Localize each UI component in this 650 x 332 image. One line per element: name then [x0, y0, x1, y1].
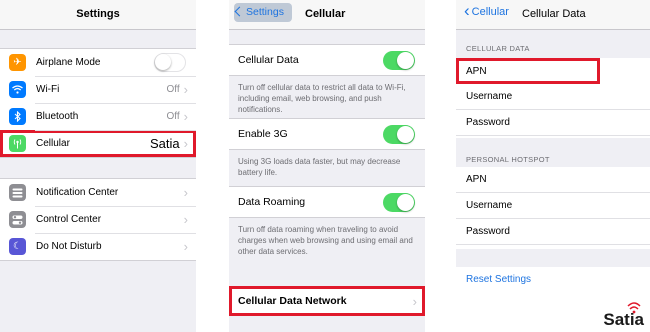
wifi-icon [9, 81, 26, 98]
section-spacer [456, 249, 650, 267]
apn-field[interactable]: APN [456, 58, 600, 84]
bluetooth-status-value: Off [166, 111, 180, 122]
cellular-data-description: Turn off cellular data to restrict all d… [238, 83, 406, 114]
chevron-right-icon: › [183, 212, 188, 227]
enable-3g-cell[interactable]: Enable 3G [229, 118, 425, 150]
row-label: Control Center [36, 214, 102, 225]
row-bluetooth[interactable]: Bluetooth Off › [0, 103, 196, 130]
page-title: Cellular Data [522, 8, 586, 20]
cellular-data-section: Cellular Data Turn off cellular data to … [229, 44, 425, 115]
enable-3g-section: Enable 3G Using 3G loads data faster, bu… [229, 118, 425, 178]
row-label: Cellular [36, 138, 70, 149]
row-control-center[interactable]: Control Center › [0, 206, 196, 233]
airplane-mode-toggle[interactable] [154, 53, 186, 72]
cellular-data-network-cell[interactable]: Cellular Data Network › [229, 286, 425, 316]
row-airplane-mode[interactable]: ✈ Airplane Mode [0, 49, 196, 76]
field-label: APN [466, 174, 487, 185]
brand-logo: Satia [603, 310, 644, 329]
cell-label: Cellular Data [238, 54, 299, 66]
row-wifi[interactable]: Wi-Fi Off › [0, 76, 196, 103]
settings-navbar: Settings [0, 0, 196, 30]
settings-group-system: Notification Center › Control Center › ☾… [0, 178, 196, 261]
row-cellular[interactable]: Cellular Satia › [0, 130, 196, 157]
cellular-panel: Settings Cellular Cellular Data Turn off… [229, 0, 425, 332]
cell-label: Data Roaming [238, 196, 306, 208]
field-label: APN [466, 65, 487, 77]
airplane-icon: ✈ [9, 54, 26, 71]
cellular-data-fields: APN Username Password [456, 58, 650, 136]
page-title: Cellular [305, 8, 346, 20]
hotspot-username-field[interactable]: Username [456, 193, 650, 219]
cellular-navbar: Settings Cellular [229, 0, 425, 30]
field-label: Password [466, 226, 510, 237]
moon-icon: ☾ [9, 238, 26, 255]
back-button-cellular[interactable]: ‹ Cellular [464, 1, 509, 20]
field-label: Username [466, 91, 513, 102]
settings-panel: Settings ✈ Airplane Mode Wi-Fi Off › Blu… [0, 0, 196, 332]
carrier-name: Satia [150, 136, 180, 151]
cellular-data-panel: ‹ Cellular Cellular Data CELLULAR DATA A… [456, 0, 650, 332]
enable-3g-toggle[interactable] [383, 124, 415, 144]
row-label: Wi-Fi [36, 84, 60, 95]
data-roaming-description: Turn off data roaming when traveling to … [238, 225, 413, 256]
chevron-right-icon: › [183, 136, 188, 151]
row-label: Airplane Mode [36, 57, 101, 68]
cell-label: Enable 3G [238, 128, 288, 140]
hotspot-password-field[interactable]: Password [456, 219, 650, 245]
chevron-right-icon: › [183, 239, 188, 254]
row-label: Notification Center [36, 187, 119, 198]
row-do-not-disturb[interactable]: ☾ Do Not Disturb › [0, 233, 196, 260]
data-roaming-section: Data Roaming Turn off data roaming when … [229, 186, 425, 257]
bluetooth-icon [9, 108, 26, 125]
chevron-right-icon: › [183, 82, 188, 97]
cellular-data-navbar: ‹ Cellular Cellular Data [456, 0, 650, 30]
reset-settings-button[interactable]: Reset Settings [466, 274, 531, 285]
back-label: Cellular [471, 6, 509, 18]
personal-hotspot-header: PERSONAL HOTSPOT [466, 155, 550, 164]
enable-3g-description: Using 3G loads data faster, but may decr… [238, 157, 401, 177]
cellular-data-toggle[interactable] [383, 50, 415, 70]
username-field[interactable]: Username [456, 84, 650, 110]
row-notification-center[interactable]: Notification Center › [0, 179, 196, 206]
chevron-right-icon: › [412, 293, 417, 309]
cellular-icon [9, 135, 26, 152]
back-button-settings[interactable]: Settings [234, 3, 292, 22]
data-roaming-cell[interactable]: Data Roaming [229, 186, 425, 218]
data-roaming-toggle[interactable] [383, 192, 415, 212]
settings-group-connectivity: ✈ Airplane Mode Wi-Fi Off › Bluetooth Of… [0, 48, 196, 158]
hotspot-apn-field[interactable]: APN [456, 167, 650, 193]
field-label: Username [466, 200, 513, 211]
page-title: Settings [76, 8, 120, 20]
cellular-data-cell[interactable]: Cellular Data [229, 44, 425, 76]
personal-hotspot-fields: APN Username Password [456, 167, 650, 245]
cellular-data-header: CELLULAR DATA [466, 44, 530, 53]
notification-icon [9, 184, 26, 201]
field-label: Password [466, 117, 510, 128]
row-label: Bluetooth [36, 111, 79, 122]
chevron-right-icon: › [183, 109, 188, 124]
cell-label: Cellular Data Network [238, 295, 347, 307]
password-field[interactable]: Password [456, 110, 650, 136]
cellular-data-network-section: Cellular Data Network › [229, 286, 425, 316]
control-center-icon [9, 211, 26, 228]
chevron-left-icon: ‹ [464, 1, 470, 20]
row-label: Do Not Disturb [36, 241, 102, 252]
chevron-right-icon: › [183, 185, 188, 200]
wifi-status-value: Off [166, 84, 180, 95]
